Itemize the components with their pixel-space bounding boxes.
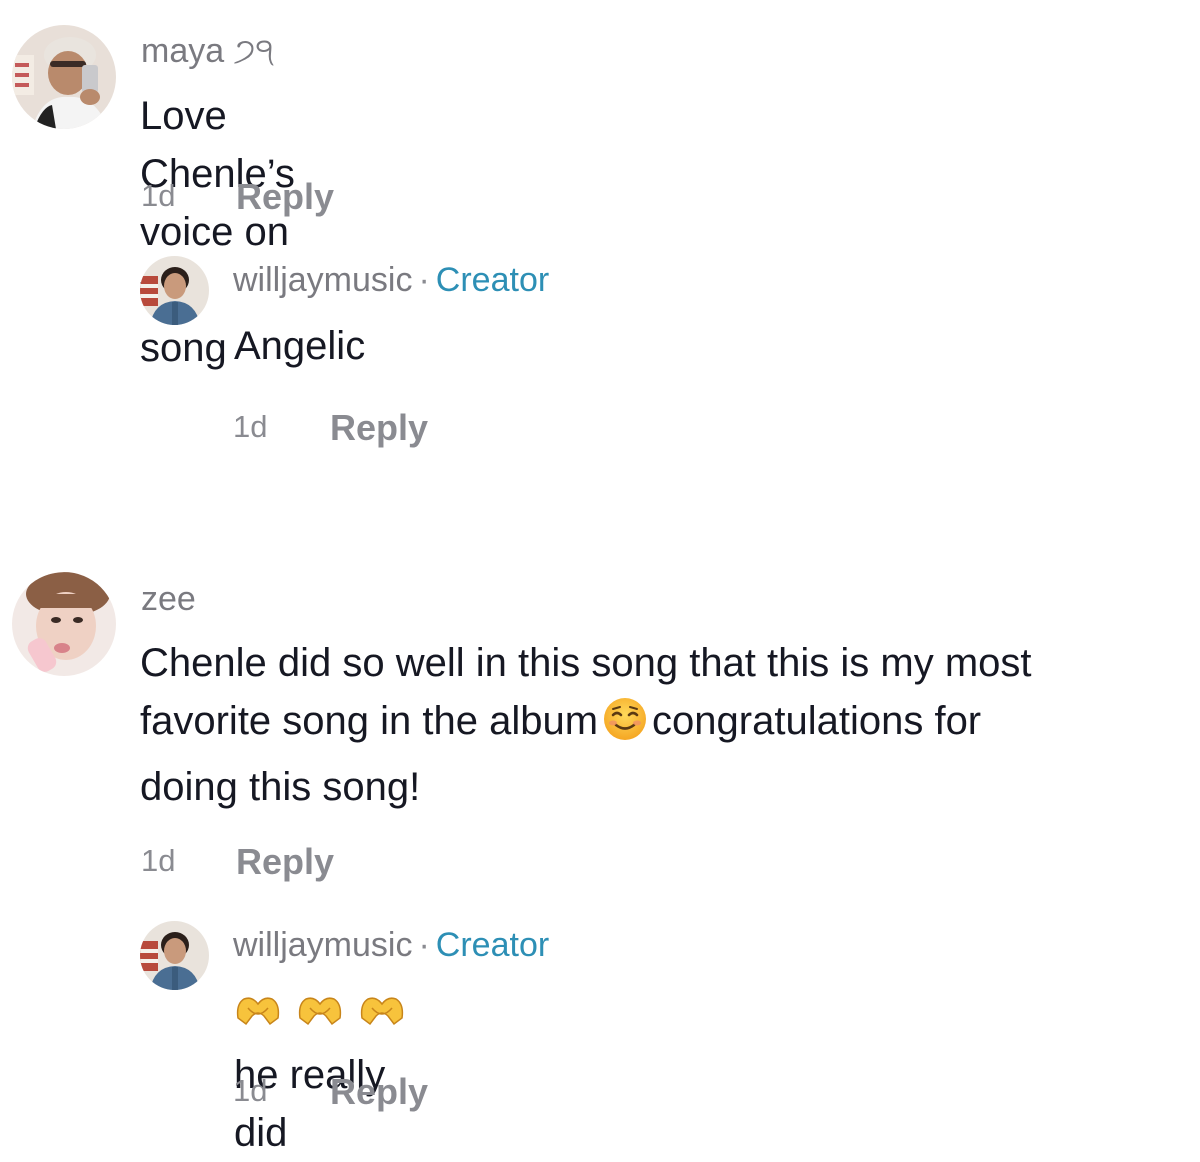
- comment-text-line: doing this song!: [140, 765, 421, 809]
- separator-dot: ·: [418, 261, 430, 299]
- creator-badge: Creator: [435, 261, 550, 299]
- avatar-zee[interactable]: [12, 572, 116, 676]
- avatar-willjaymusic[interactable]: [140, 921, 209, 990]
- reply-meta: 1d Reply: [233, 1071, 493, 1117]
- reply-button[interactable]: Reply: [236, 176, 334, 218]
- reply-button[interactable]: Reply: [330, 407, 428, 449]
- comment-time: 1d: [141, 178, 176, 213]
- reply-meta: 1d Reply: [233, 407, 493, 453]
- comment-meta: 1d Reply: [141, 176, 401, 222]
- avatar-willjaymusic[interactable]: [140, 256, 209, 325]
- comment-text-segment: favorite song in the album: [140, 699, 599, 743]
- comment-text-line: favorite song in the album congratulation…: [140, 692, 1200, 758]
- reply-time: 1d: [233, 1073, 268, 1108]
- avatar-maya-image: [12, 25, 116, 129]
- comment-text-segment: congratulations for: [652, 699, 982, 743]
- heart-hands-emoji: [234, 988, 418, 1046]
- smiling-face-emoji: [602, 696, 648, 758]
- heart-hands-icon: [236, 997, 280, 1026]
- reply-text: Angelic: [234, 324, 366, 368]
- reply-time: 1d: [233, 409, 268, 444]
- reply-button[interactable]: Reply: [330, 1071, 428, 1113]
- avatar-maya[interactable]: [12, 25, 116, 129]
- heart-hands-icon: [298, 997, 342, 1026]
- separator-dot: ·: [418, 926, 430, 964]
- heart-hands-icon: [360, 997, 404, 1026]
- comment-text: Chenle did so well in this song that thi…: [140, 634, 1200, 816]
- comment-meta: 1d Reply: [141, 841, 401, 887]
- avatar-willjaymusic-image: [140, 921, 209, 990]
- comment-username[interactable]: maya ੭੧: [141, 34, 274, 68]
- comment-username[interactable]: zee: [141, 582, 196, 616]
- reply-username-line: willjaymusic · Creator: [233, 928, 549, 962]
- avatar-willjaymusic-image: [140, 256, 209, 325]
- reply-button[interactable]: Reply: [236, 841, 334, 883]
- avatar-zee-image: [12, 572, 116, 676]
- creator-badge: Creator: [435, 926, 550, 964]
- reply-username[interactable]: willjaymusic: [233, 261, 412, 299]
- comment-time: 1d: [141, 843, 176, 878]
- comment-text-line: Chenle did so well in this song that thi…: [140, 641, 1032, 685]
- reply-username-line: willjaymusic · Creator: [233, 263, 549, 297]
- reply-username[interactable]: willjaymusic: [233, 926, 412, 964]
